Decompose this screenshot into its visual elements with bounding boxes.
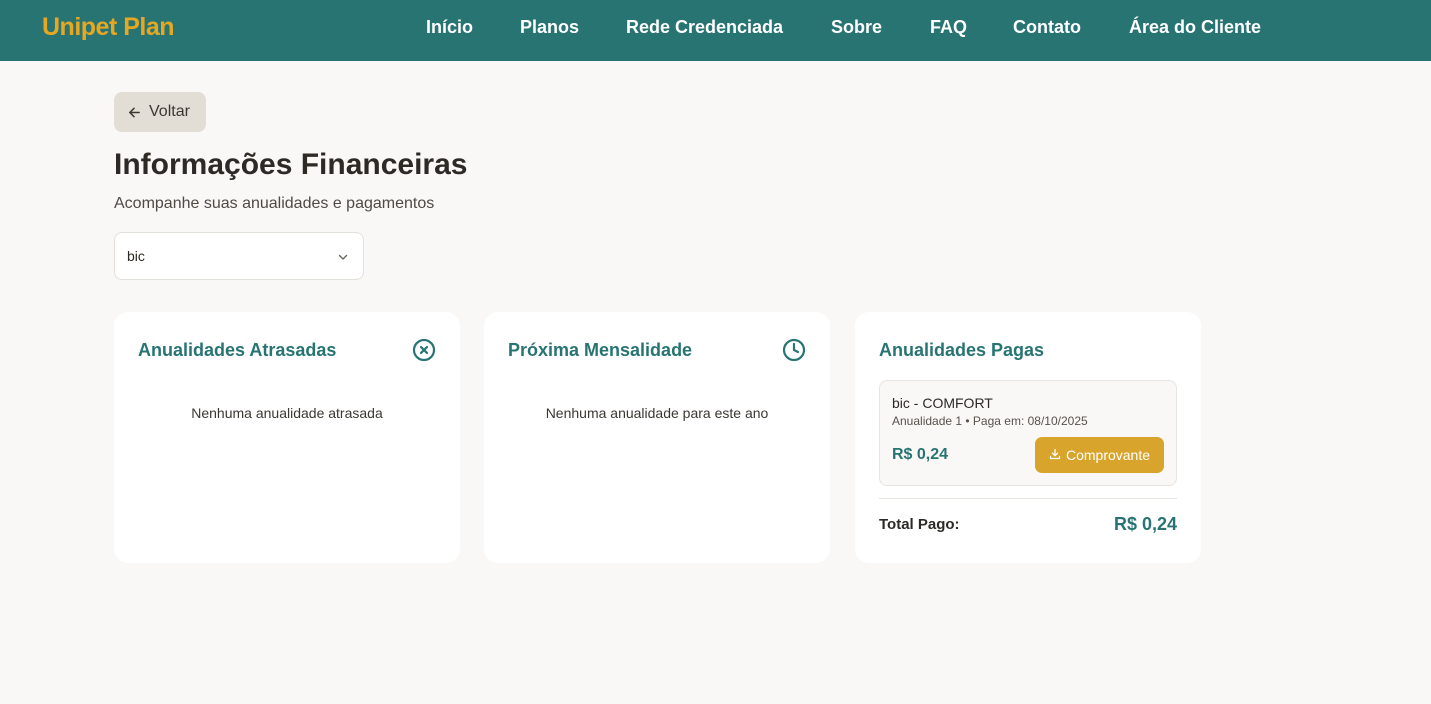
total-paid-value: R$ 0,24 [1113,514,1177,534]
receipt-button-label: Comprovante [1065,447,1151,463]
arrow-left-icon [128,106,141,119]
next-empty-text: Nenhuma anualidade para este ano [545,405,769,421]
nav-link-faq[interactable]: FAQ [930,17,967,38]
clock-icon [782,338,806,362]
paid-annuities-card: Anualidades Pagas bic - COMFORT Anualida… [855,312,1201,563]
paid-item-amount: R$ 0,24 [892,446,949,463]
top-navbar: Unipet Plan Início Planos Rede Credencia… [0,0,1431,61]
brand-logo[interactable]: Unipet Plan [42,13,175,42]
back-button[interactable]: Voltar [114,92,206,132]
pet-select-value: bic [127,248,145,264]
paid-annuity-item: bic - COMFORT Anualidade 1 • Paga em: 08… [879,380,1177,486]
nav-link-area-do-cliente[interactable]: Área do Cliente [1129,17,1261,38]
nav-link-sobre[interactable]: Sobre [831,17,882,38]
paid-item-meta: Anualidade 1 • Paga em: 08/10/2025 [892,414,1088,428]
overdue-empty-text: Nenhuma anualidade atrasada [191,405,383,421]
back-button-label: Voltar [149,103,190,120]
pet-select[interactable]: bic [114,232,364,280]
page-title: Informações Financeiras [114,148,468,181]
next-card-title: Próxima Mensalidade [508,340,693,360]
chevron-down-icon [337,250,349,266]
x-circle-icon [412,338,436,362]
total-paid-label: Total Pago: [879,516,960,533]
overdue-annuities-card: Anualidades Atrasadas Nenhuma anualidade… [114,312,460,563]
nav-link-planos[interactable]: Planos [520,17,579,38]
page-subtitle: Acompanhe suas anualidades e pagamentos [114,195,435,212]
next-payment-card: Próxima Mensalidade Nenhuma anualidade p… [484,312,830,563]
nav-link-contato[interactable]: Contato [1013,17,1081,38]
nav-link-inicio[interactable]: Início [426,17,473,38]
divider [879,498,1177,499]
download-icon [1049,447,1061,463]
paid-item-name: bic - COMFORT [892,395,993,411]
receipt-download-button[interactable]: Comprovante [1035,437,1164,473]
nav-link-rede-credenciada[interactable]: Rede Credenciada [626,17,783,38]
paid-card-title: Anualidades Pagas [879,340,1045,360]
overdue-card-title: Anualidades Atrasadas [138,340,337,360]
